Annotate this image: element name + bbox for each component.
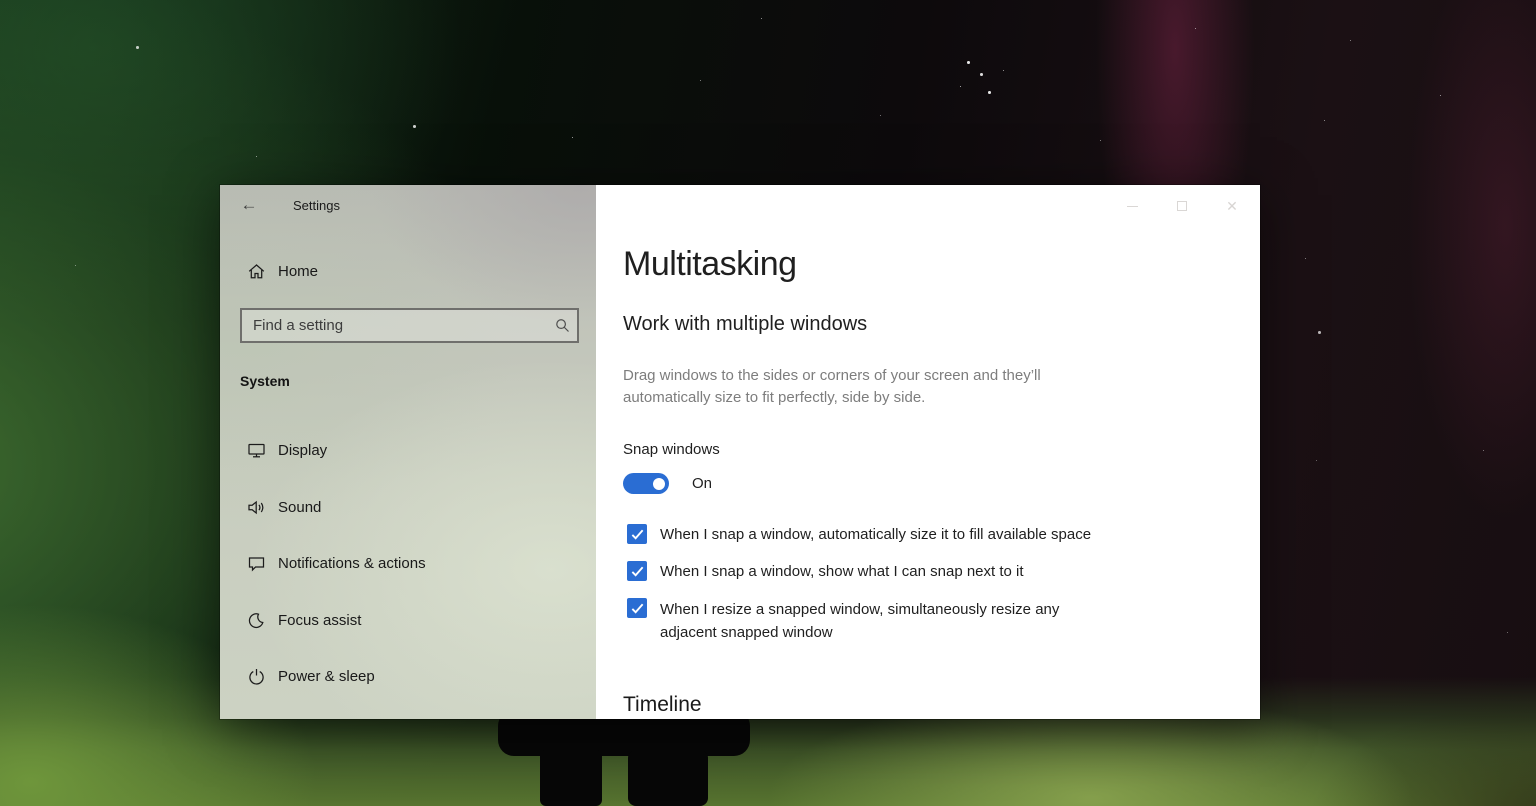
settings-search-box	[240, 308, 579, 343]
window-title: Settings	[293, 198, 340, 213]
sidebar-item-label: Display	[278, 442, 327, 459]
maximize-icon	[1177, 201, 1187, 211]
maximize-button[interactable]	[1160, 193, 1204, 219]
sidebar-item-label: Focus assist	[278, 612, 361, 629]
page-title: Multitasking	[623, 245, 797, 284]
checkbox-row-fill-space: When I snap a window, automatically size…	[627, 524, 1091, 545]
sidebar-item-display[interactable]: Display	[220, 432, 596, 468]
section-title: Work with multiple windows	[623, 313, 867, 336]
close-icon: ✕	[1226, 199, 1238, 213]
toggle-knob	[653, 478, 665, 490]
section-description: Drag windows to the sides or corners of …	[623, 365, 1093, 409]
window-caption-buttons: ✕	[1110, 193, 1254, 219]
checkbox-label: When I snap a window, automatically size…	[660, 524, 1091, 545]
sidebar-titlebar: ← Settings	[220, 185, 596, 225]
snap-windows-label: Snap windows	[623, 441, 720, 458]
snap-windows-toggle[interactable]	[623, 473, 669, 494]
checkbox-show-snap-next[interactable]	[627, 561, 647, 581]
sidebar-item-sound[interactable]: Sound	[220, 489, 596, 525]
power-icon	[247, 667, 266, 686]
sidebar-item-notifications[interactable]: Notifications & actions	[220, 545, 596, 581]
checkbox-row-show-snap-next: When I snap a window, show what I can sn…	[627, 561, 1024, 582]
multitasking-page: ✕ Multitasking Work with multiple window…	[596, 185, 1260, 719]
timeline-section-title: Timeline	[623, 693, 702, 717]
settings-sidebar: ← Settings Home System Display	[220, 185, 596, 719]
home-icon	[247, 262, 266, 281]
checkmark-icon	[630, 527, 645, 542]
display-icon	[247, 441, 266, 460]
sidebar-section-header: System	[240, 373, 290, 389]
sound-icon	[247, 498, 266, 517]
close-button[interactable]: ✕	[1210, 193, 1254, 219]
sidebar-item-label: Notifications & actions	[278, 555, 426, 572]
toggle-state-label: On	[692, 475, 712, 492]
checkmark-icon	[630, 601, 645, 616]
back-button[interactable]: ←	[237, 195, 261, 215]
back-arrow-icon: ←	[241, 195, 258, 214]
focus-assist-icon	[247, 611, 266, 630]
settings-window: ← Settings Home System Display	[220, 185, 1260, 719]
checkbox-row-resize-adjacent: When I resize a snapped window, simultan…	[627, 598, 1115, 644]
search-icon[interactable]	[547, 318, 577, 333]
sidebar-item-home[interactable]: Home	[220, 253, 596, 289]
sidebar-item-power-sleep[interactable]: Power & sleep	[220, 658, 596, 694]
minimize-button[interactable]	[1110, 193, 1154, 219]
checkmark-icon	[630, 564, 645, 579]
sidebar-item-focus-assist[interactable]: Focus assist	[220, 602, 596, 638]
sidebar-item-label: Sound	[278, 499, 321, 516]
snap-windows-toggle-row: On	[623, 473, 712, 494]
search-input[interactable]	[242, 317, 547, 334]
notifications-icon	[247, 554, 266, 573]
checkbox-fill-space[interactable]	[627, 524, 647, 544]
checkbox-resize-adjacent[interactable]	[627, 598, 647, 618]
checkbox-label: When I snap a window, show what I can sn…	[660, 561, 1024, 582]
stars-decoration	[0, 0, 1, 1]
sidebar-item-label: Home	[278, 263, 318, 280]
minimize-icon	[1127, 206, 1138, 207]
sidebar-item-label: Power & sleep	[278, 668, 375, 685]
checkbox-label: When I resize a snapped window, simultan…	[660, 598, 1115, 644]
